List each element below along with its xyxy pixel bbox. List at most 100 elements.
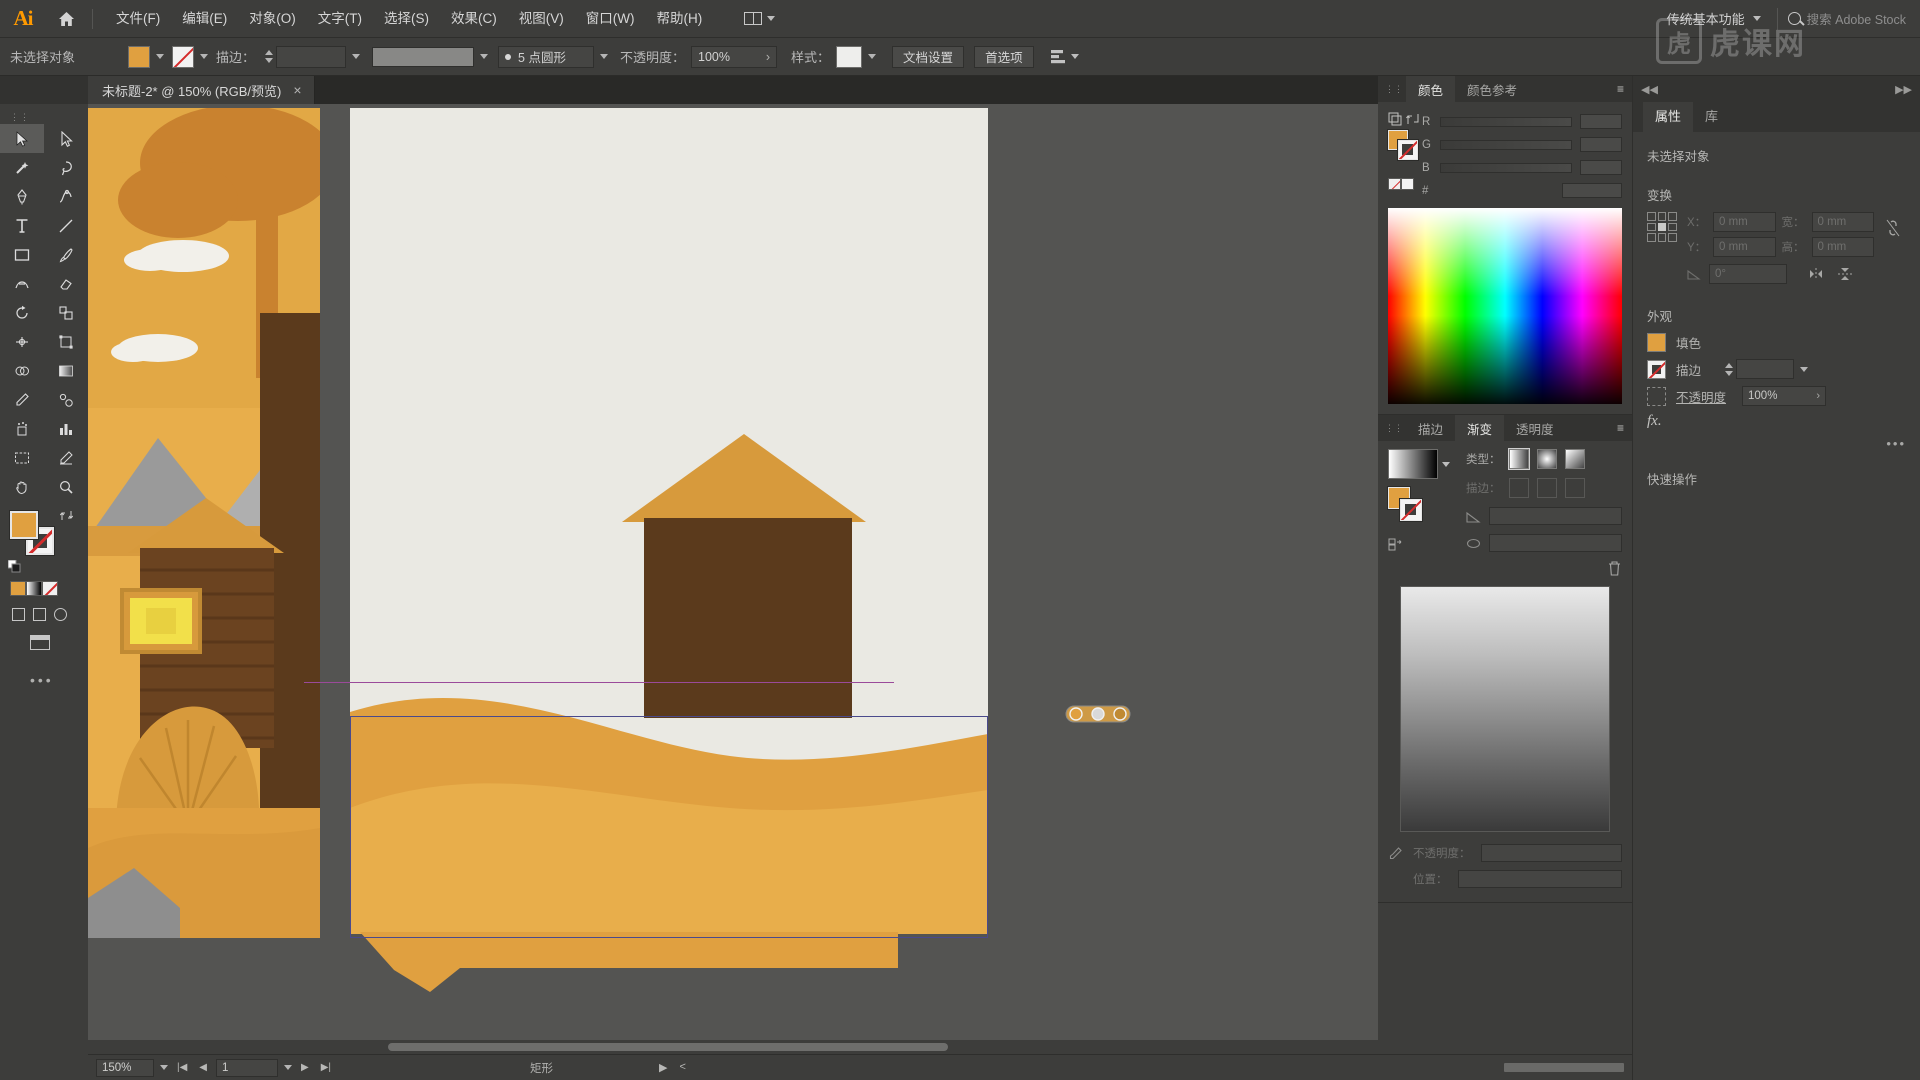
panel-menu-icon[interactable]: ≡ [1617, 83, 1632, 95]
reverse-gradient-icon[interactable] [1388, 537, 1403, 552]
link-broken-icon[interactable] [1884, 212, 1906, 243]
selection-tool[interactable] [0, 124, 44, 153]
chevron-down-icon[interactable] [1442, 461, 1450, 467]
workspace-switcher[interactable]: 传统基本功能 [1661, 6, 1767, 31]
chevron-down-icon[interactable] [480, 54, 489, 59]
shape-builder-tool[interactable] [0, 356, 44, 385]
chevron-down-icon[interactable] [160, 1065, 168, 1070]
menu-file[interactable]: 文件(F) [105, 0, 171, 38]
artboard-tool[interactable] [0, 443, 44, 472]
gradient-angle-input[interactable] [1489, 507, 1622, 525]
curvature-tool[interactable] [44, 182, 88, 211]
channel-slider-b[interactable] [1440, 162, 1572, 173]
swap-fill-stroke-icon[interactable] [59, 509, 74, 523]
tab-properties[interactable]: 属性 [1643, 102, 1694, 132]
eraser-tool[interactable] [44, 269, 88, 298]
width-tool[interactable] [0, 327, 44, 356]
chevron-down-icon[interactable] [868, 54, 877, 59]
draw-behind-icon[interactable] [33, 608, 46, 621]
align-dropdown[interactable] [1050, 49, 1079, 64]
none-swatch-button[interactable] [1388, 178, 1401, 190]
menu-window[interactable]: 窗口(W) [575, 0, 646, 38]
home-icon[interactable] [46, 0, 86, 38]
tab-color[interactable]: 颜色 [1406, 76, 1456, 102]
panel-grip-icon[interactable]: ⋮⋮ [1382, 423, 1406, 434]
hex-input[interactable] [1562, 183, 1622, 198]
status-scrollbar[interactable] [1504, 1063, 1624, 1072]
menu-view[interactable]: 视图(V) [508, 0, 575, 38]
freeform-gradient-button[interactable] [1564, 449, 1585, 469]
channel-slider-g[interactable] [1440, 139, 1572, 150]
screen-mode-icon[interactable] [30, 635, 50, 650]
channel-slider-r[interactable] [1440, 116, 1572, 127]
zoom-level-input[interactable]: 150% [96, 1058, 154, 1077]
scale-tool[interactable] [44, 298, 88, 327]
height-input[interactable]: 0 mm [1811, 237, 1874, 257]
shaper-tool[interactable] [0, 269, 44, 298]
blend-tool[interactable] [44, 385, 88, 414]
stroke-color-swatch[interactable] [172, 45, 194, 68]
slice-tool[interactable] [44, 443, 88, 472]
eyedropper-tool[interactable] [0, 385, 44, 414]
gradient-slider-large[interactable] [1400, 586, 1610, 832]
arrange-documents-button[interactable] [737, 9, 782, 28]
color-stroke-swatch[interactable] [1397, 139, 1419, 161]
gradient-aspect-input[interactable] [1489, 534, 1622, 552]
delete-stop-icon[interactable] [1607, 560, 1622, 576]
chevron-down-icon[interactable] [1800, 366, 1809, 372]
zoom-tool[interactable] [44, 472, 88, 501]
angle-input[interactable]: 0° [1709, 264, 1787, 284]
radial-gradient-button[interactable] [1536, 449, 1557, 469]
document-tab[interactable]: 未标题-2* @ 150% (RGB/预览) × [88, 76, 315, 104]
type-tool[interactable] [0, 211, 44, 240]
close-icon[interactable]: × [293, 83, 301, 97]
swap-fill-stroke-icon[interactable] [1406, 112, 1420, 126]
color-spectrum[interactable] [1388, 208, 1622, 404]
status-prev-icon[interactable]: < [679, 1061, 685, 1074]
width-input[interactable]: 0 mm [1811, 212, 1874, 232]
status-next-icon[interactable]: ▶ [659, 1061, 667, 1074]
flip-horizontal-icon[interactable] [1809, 267, 1825, 281]
paintbrush-tool[interactable] [44, 240, 88, 269]
gradient-annotator[interactable] [1062, 702, 1134, 726]
rectangle-tool[interactable] [0, 240, 44, 269]
color-mode-icon[interactable] [1388, 112, 1402, 126]
brush-definition[interactable]: 5 点圆形 [498, 45, 595, 68]
chevron-down-icon[interactable] [600, 54, 609, 59]
panel-menu-icon[interactable]: ≡ [1617, 422, 1632, 434]
column-graph-tool[interactable] [44, 414, 88, 443]
direct-selection-tool[interactable] [44, 124, 88, 153]
graphic-style-swatch[interactable] [836, 45, 863, 68]
fill-color-swatch[interactable] [128, 45, 150, 68]
menu-type[interactable]: 文字(T) [307, 0, 373, 38]
menu-effect[interactable]: 效果(C) [440, 0, 508, 38]
gradient-annotator-line[interactable] [304, 682, 894, 683]
chevron-down-icon[interactable] [156, 54, 164, 59]
lasso-tool[interactable] [44, 153, 88, 182]
document-setup-button[interactable]: 文档设置 [892, 45, 965, 68]
channel-value-g[interactable] [1580, 137, 1622, 152]
draw-inside-icon[interactable] [54, 608, 67, 621]
gradient-swatch-button[interactable] [26, 581, 42, 596]
pen-tool[interactable] [0, 182, 44, 211]
color-swatch-button[interactable] [10, 581, 26, 596]
tab-transparency[interactable]: 透明度 [1504, 415, 1566, 441]
variable-width-profile[interactable] [372, 46, 475, 67]
more-options-icon[interactable]: ••• [1647, 436, 1906, 451]
stroke-weight-stepper[interactable] [1723, 359, 1734, 379]
appearance-opacity-input[interactable]: 100% › [1742, 386, 1827, 406]
last-artboard-icon[interactable]: ▶| [318, 1062, 334, 1073]
default-fill-stroke-icon[interactable] [7, 559, 21, 573]
prev-artboard-icon[interactable]: ◀ [196, 1062, 210, 1073]
menu-object[interactable]: 对象(O) [238, 0, 307, 38]
stroke-weight-stepper[interactable] [263, 47, 274, 67]
eyedropper-icon[interactable] [1388, 846, 1403, 861]
appearance-opacity-swatch[interactable] [1647, 386, 1666, 406]
x-input[interactable]: 0 mm [1713, 212, 1776, 232]
chevron-down-icon[interactable] [200, 54, 208, 59]
draw-normal-icon[interactable] [12, 608, 25, 621]
appearance-stroke-swatch[interactable] [1647, 359, 1666, 379]
gradient-preview[interactable] [1388, 449, 1438, 479]
preferences-button[interactable]: 首选项 [974, 45, 1034, 68]
none-swatch-button[interactable] [42, 581, 58, 596]
